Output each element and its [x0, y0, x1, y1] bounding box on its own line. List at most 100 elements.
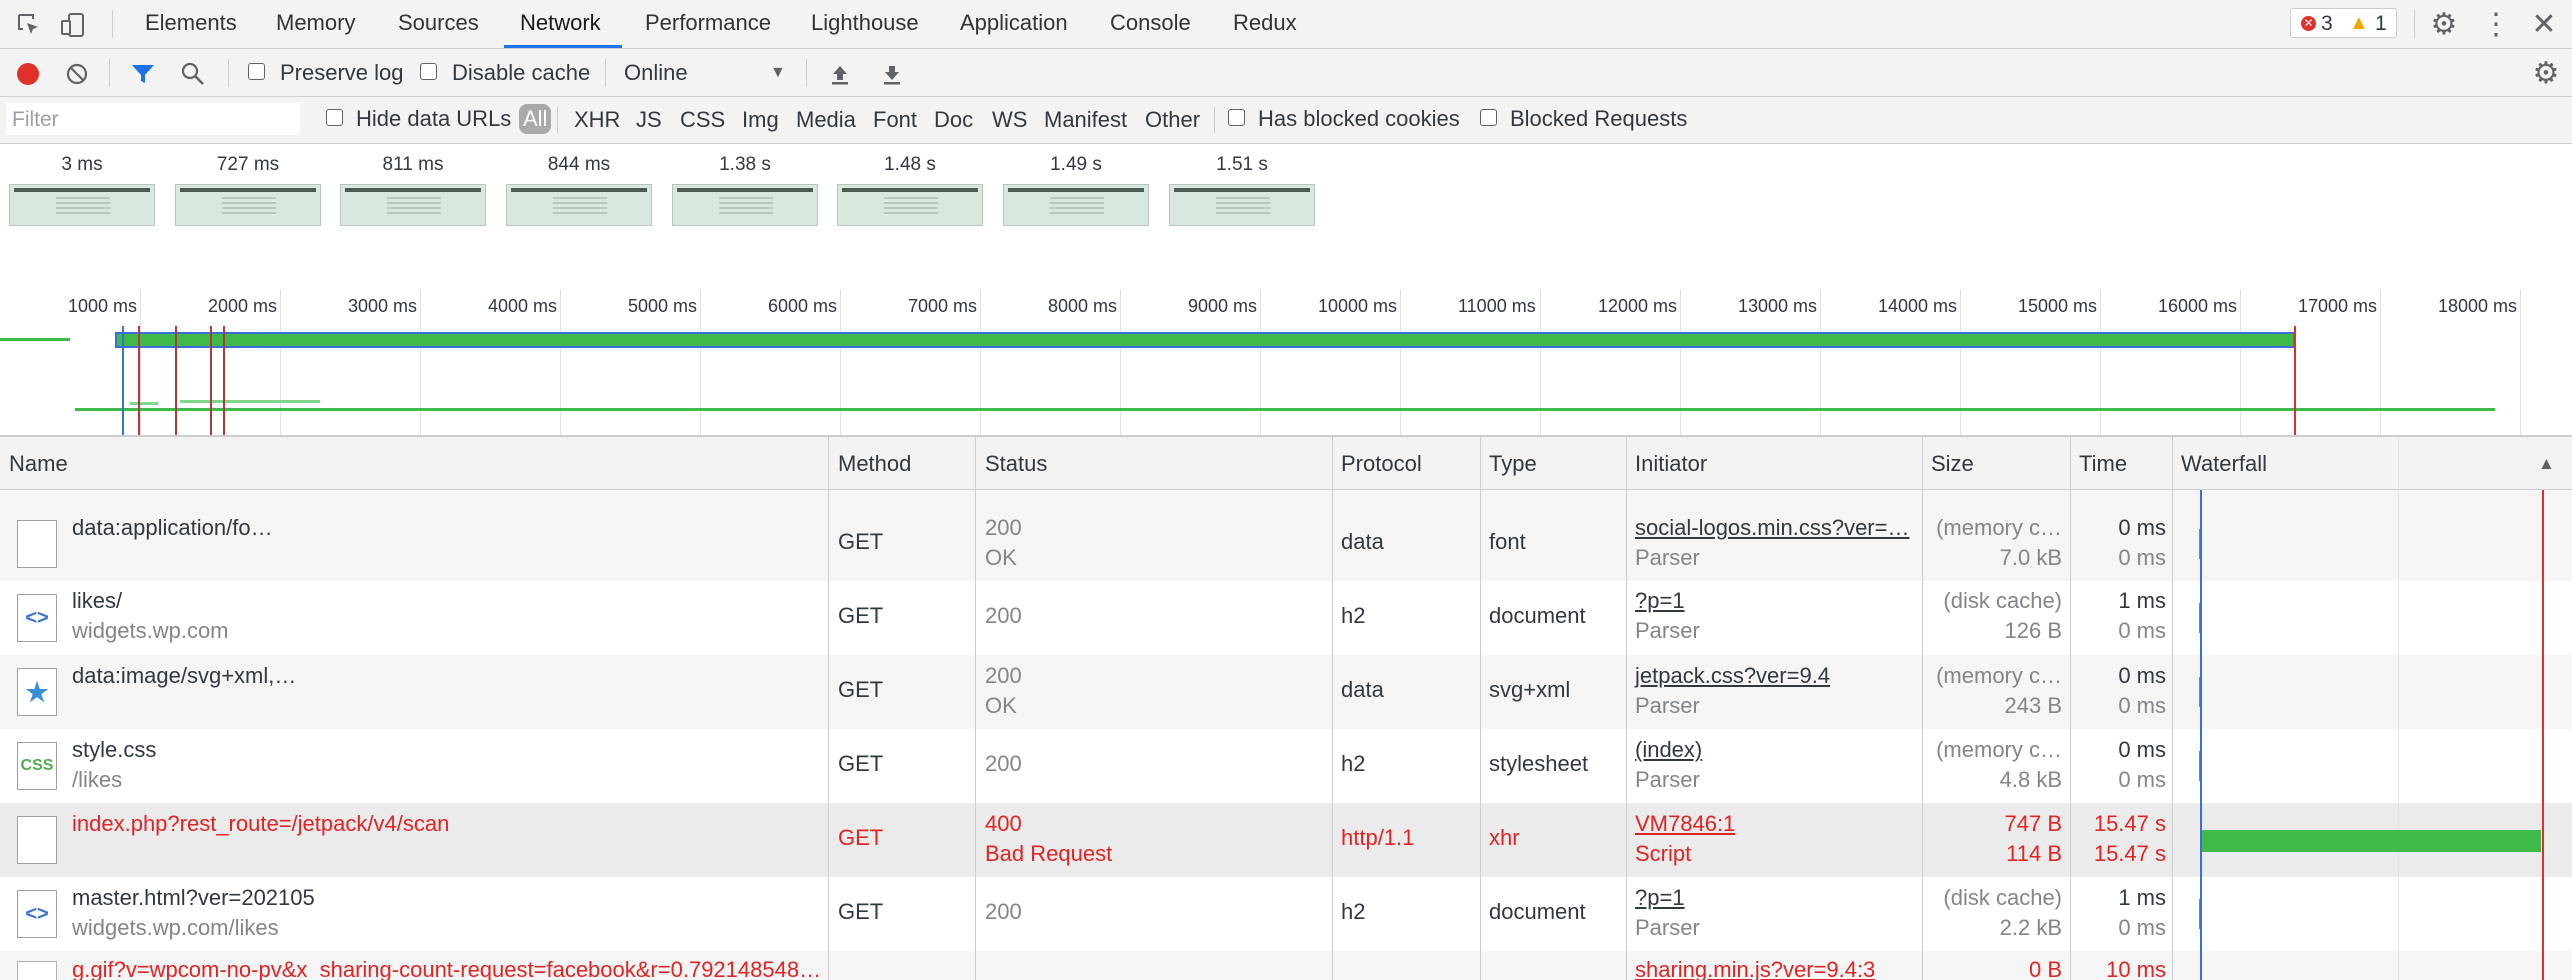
close-icon[interactable]: ✕ [2528, 8, 2560, 41]
request-name[interactable]: master.html?ver=202105 [72, 885, 315, 911]
column-header-waterfall[interactable]: Waterfall [2181, 451, 2267, 477]
request-initiator-link[interactable]: (index) [1635, 737, 1702, 763]
column-header-method[interactable]: Method [838, 451, 911, 477]
request-initiator-link[interactable]: ?p=1 [1635, 588, 1685, 614]
filter-type-xhr[interactable]: XHR [574, 107, 620, 133]
filter-type-media[interactable]: Media [796, 107, 856, 133]
tab-elements[interactable]: Elements [145, 10, 237, 36]
column-header-name[interactable]: Name [9, 451, 68, 477]
request-initiator-link[interactable]: social-logos.min.css?ver=… [1635, 515, 1909, 541]
settings-gear-icon[interactable]: ⚙ [2428, 8, 2460, 41]
filter-type-css[interactable]: CSS [680, 107, 725, 133]
filter-type-font[interactable]: Font [873, 107, 917, 133]
filmstrip-frame[interactable] [9, 184, 155, 226]
column-header-size[interactable]: Size [1931, 451, 1974, 477]
tab-console[interactable]: Console [1110, 10, 1191, 36]
filmstrip-frame[interactable] [1003, 184, 1149, 226]
table-row[interactable] [0, 729, 2572, 803]
filmstrip-frame[interactable] [672, 184, 818, 226]
request-size: (memory c… [1936, 663, 2062, 688]
divider [228, 59, 229, 87]
network-settings-gear-icon[interactable]: ⚙ [2530, 57, 2562, 90]
table-row[interactable] [0, 507, 2572, 581]
column-header-time[interactable]: Time [2079, 451, 2127, 477]
timeline-tick: 8000 ms [1048, 296, 1118, 316]
table-row[interactable] [0, 655, 2572, 729]
request-time: 0 ms [2118, 737, 2166, 762]
column-header-type[interactable]: Type [1489, 451, 1537, 477]
has-blocked-cookies-checkbox[interactable] [1228, 109, 1245, 126]
issues-counter[interactable]: ✕ 3 ▲ 1 [2290, 8, 2397, 38]
tab-lighthouse[interactable]: Lighthouse [811, 10, 919, 36]
frame-time: 727 ms [216, 154, 280, 175]
filmstrip-frame[interactable] [340, 184, 486, 226]
tab-performance[interactable]: Performance [645, 10, 771, 36]
request-method: GET [838, 751, 884, 776]
request-name[interactable]: data:image/svg+xml,… [72, 663, 296, 689]
active-tab-indicator [504, 45, 622, 48]
request-type: svg+xml [1489, 677, 1571, 702]
filter-type-ws[interactable]: WS [992, 107, 1027, 133]
request-name[interactable]: likes/ [72, 588, 122, 614]
tab-memory[interactable]: Memory [276, 10, 355, 36]
timeline-tick: 5000 ms [628, 296, 698, 316]
preserve-log-checkbox[interactable] [248, 63, 265, 80]
table-row[interactable] [0, 877, 2572, 951]
filter-type-doc[interactable]: Doc [934, 107, 973, 133]
inspect-element-icon[interactable] [14, 10, 44, 40]
tab-network[interactable]: Network [520, 10, 601, 36]
search-icon[interactable] [179, 61, 207, 87]
filmstrip-frame[interactable] [837, 184, 983, 226]
tab-application[interactable]: Application [960, 10, 1068, 36]
request-method: GET [838, 677, 884, 702]
request-name[interactable]: style.css [72, 737, 156, 763]
filmstrip-frame[interactable] [175, 184, 321, 226]
export-har-icon[interactable] [878, 61, 906, 87]
request-initiator-type: Parser [1635, 767, 1700, 792]
warning-count: 1 [2375, 12, 2387, 35]
filter-input[interactable]: Filter [6, 103, 300, 135]
image-file-icon [17, 961, 57, 980]
blocked-requests-checkbox[interactable] [1480, 109, 1497, 126]
request-time: 1 ms [2118, 588, 2166, 613]
filter-type-js[interactable]: JS [636, 107, 662, 133]
timeline-overview[interactable]: 1000 ms 2000 ms 3000 ms 4000 ms 5000 ms … [0, 290, 2572, 437]
filter-type-manifest[interactable]: Manifest [1044, 107, 1127, 133]
request-initiator-link[interactable]: VM7846:1 [1635, 811, 1735, 837]
blank-file-icon [17, 816, 57, 864]
filter-icon[interactable] [129, 61, 157, 87]
column-header-status[interactable]: Status [985, 451, 1047, 477]
network-toolbar: Preserve log Disable cache Online ▼ ⚙ [0, 49, 2572, 97]
device-toolbar-icon[interactable] [58, 10, 88, 40]
filter-type-img[interactable]: Img [742, 107, 779, 133]
sort-ascending-icon[interactable]: ▲ [2538, 454, 2555, 474]
filter-type-all[interactable]: All [519, 104, 552, 134]
column-header-initiator[interactable]: Initiator [1635, 451, 1707, 477]
request-latency: 0 ms [2118, 767, 2166, 792]
hide-data-urls-checkbox[interactable] [326, 109, 343, 126]
request-name[interactable]: g.gif?v=wpcom-no-pv&x_sharing-count-requ… [72, 957, 821, 980]
import-har-icon[interactable] [826, 61, 854, 87]
filmstrip-frame[interactable] [1169, 184, 1315, 226]
load-marker [2294, 326, 2296, 435]
filmstrip-frame[interactable] [506, 184, 652, 226]
tab-sources[interactable]: Sources [398, 10, 479, 36]
tab-redux[interactable]: Redux [1233, 10, 1297, 36]
frame-time: 3 ms [61, 154, 103, 175]
clear-icon[interactable] [64, 61, 90, 87]
table-row[interactable] [0, 490, 2572, 507]
request-name[interactable]: data:application/fo… [72, 515, 273, 541]
filter-type-other[interactable]: Other [1145, 107, 1200, 133]
column-header-protocol[interactable]: Protocol [1341, 451, 1422, 477]
request-initiator-link[interactable]: ?p=1 [1635, 885, 1685, 911]
timeline-tick: 4000 ms [488, 296, 558, 316]
disable-cache-checkbox[interactable] [420, 63, 437, 80]
table-row[interactable] [0, 581, 2572, 655]
request-name[interactable]: index.php?rest_route=/jetpack/v4/scan [72, 811, 449, 837]
record-button[interactable] [17, 63, 39, 85]
request-initiator-link[interactable]: jetpack.css?ver=9.4 [1635, 663, 1830, 689]
divider [605, 59, 606, 87]
request-initiator-link[interactable]: sharing.min.js?ver=9.4:3 [1635, 957, 1875, 980]
more-options-icon[interactable]: ⋮ [2480, 8, 2512, 41]
throttling-select[interactable]: Online ▼ [616, 55, 794, 89]
